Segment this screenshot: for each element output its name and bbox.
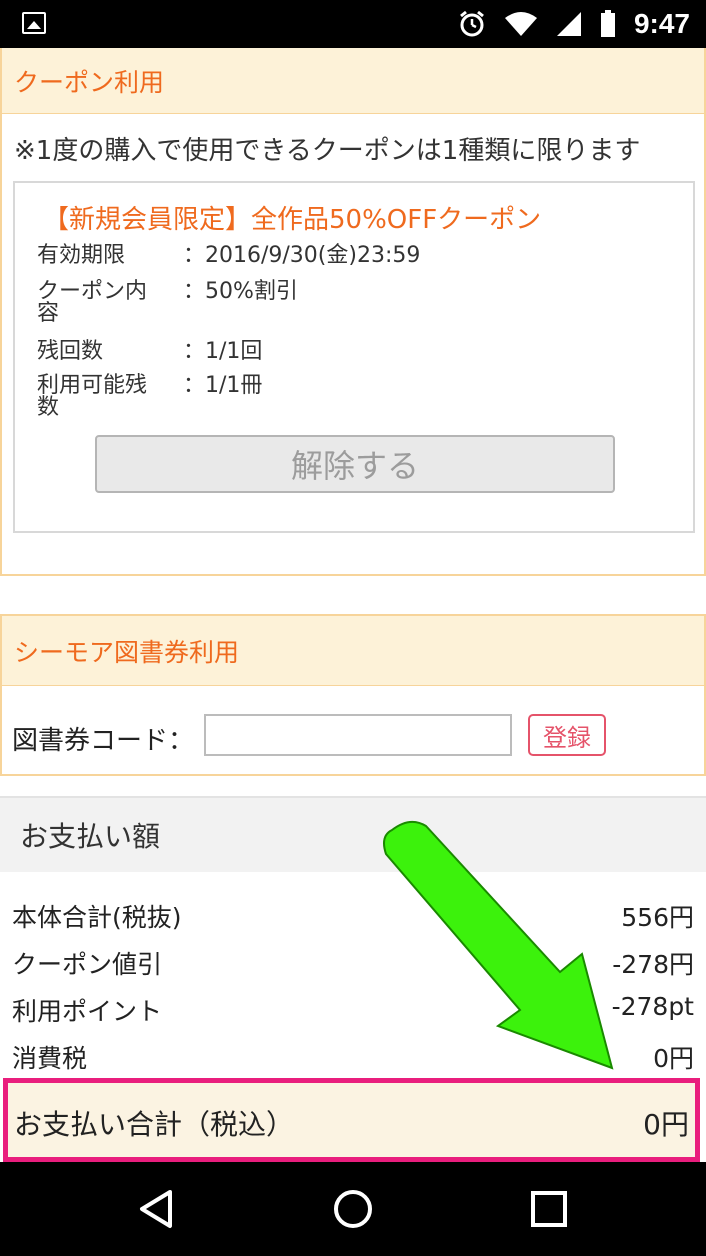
payment-row-value: 0円 [653, 1044, 694, 1073]
coupon-content-label: クーポン内容 [37, 279, 148, 326]
coupon-remaining-value: ：1/1回 [183, 339, 263, 364]
payment-total-label: お支払い合計（税込） [14, 1108, 295, 1141]
payment-row-label: 本体合計(税抜) [12, 903, 182, 932]
coupon-remaining-label: 残回数 [37, 339, 104, 364]
payment-row-label: 消費税 [12, 1044, 88, 1073]
payment-row-value: 556円 [621, 903, 694, 932]
home-icon[interactable] [332, 1188, 374, 1230]
payment-total-value: 0円 [643, 1108, 689, 1141]
annotation-arrow-icon [383, 820, 614, 1070]
status-icons: 9:47 [458, 6, 690, 42]
coupon-available-value: ：1/1冊 [183, 373, 263, 398]
coupon-card: 【新規会員限定】全作品50%OFFクーポン 有効期限 ：2016/9/30(金)… [13, 181, 695, 533]
coupon-title: 【新規会員限定】全作品50%OFFクーポン [43, 205, 542, 235]
coupon-expiry-value: ：2016/9/30(金)23:59 [183, 243, 421, 268]
coupon-content-value: ：50%割引 [183, 279, 298, 304]
book-coupon-header: シーモア図書券利用 [2, 616, 704, 686]
battery-icon [600, 10, 615, 37]
payment-total-row: お支払い合計（税込） 0円 [3, 1078, 700, 1162]
navigation-bar [0, 1162, 706, 1256]
register-button[interactable]: 登録 [528, 714, 606, 756]
coupon-note: ※1度の購入で使用できるクーポンは1種類に限ります [14, 136, 641, 166]
book-coupon-code-input[interactable] [204, 714, 512, 756]
payment-row-label: クーポン値引 [12, 950, 163, 979]
coupon-section: クーポン利用 ※1度の購入で使用できるクーポンは1種類に限ります 【新規会員限定… [0, 48, 706, 576]
back-icon[interactable] [136, 1188, 178, 1230]
book-coupon-code-label: 図書券コード： [12, 726, 195, 756]
signal-icon [556, 12, 581, 36]
alarm-icon [460, 10, 484, 37]
coupon-header: クーポン利用 [2, 48, 704, 114]
release-coupon-button[interactable]: 解除する [95, 435, 615, 493]
wifi-icon [504, 12, 537, 36]
recent-apps-icon[interactable] [528, 1188, 570, 1230]
coupon-available-label: 利用可能残数 [37, 373, 148, 420]
payment-row-label: 利用ポイント [12, 997, 163, 1026]
status-bar: 9:47 [0, 0, 706, 48]
coupon-expiry-label: 有効期限 [37, 243, 126, 268]
clock: 9:47 [633, 8, 690, 39]
image-icon [22, 12, 46, 34]
